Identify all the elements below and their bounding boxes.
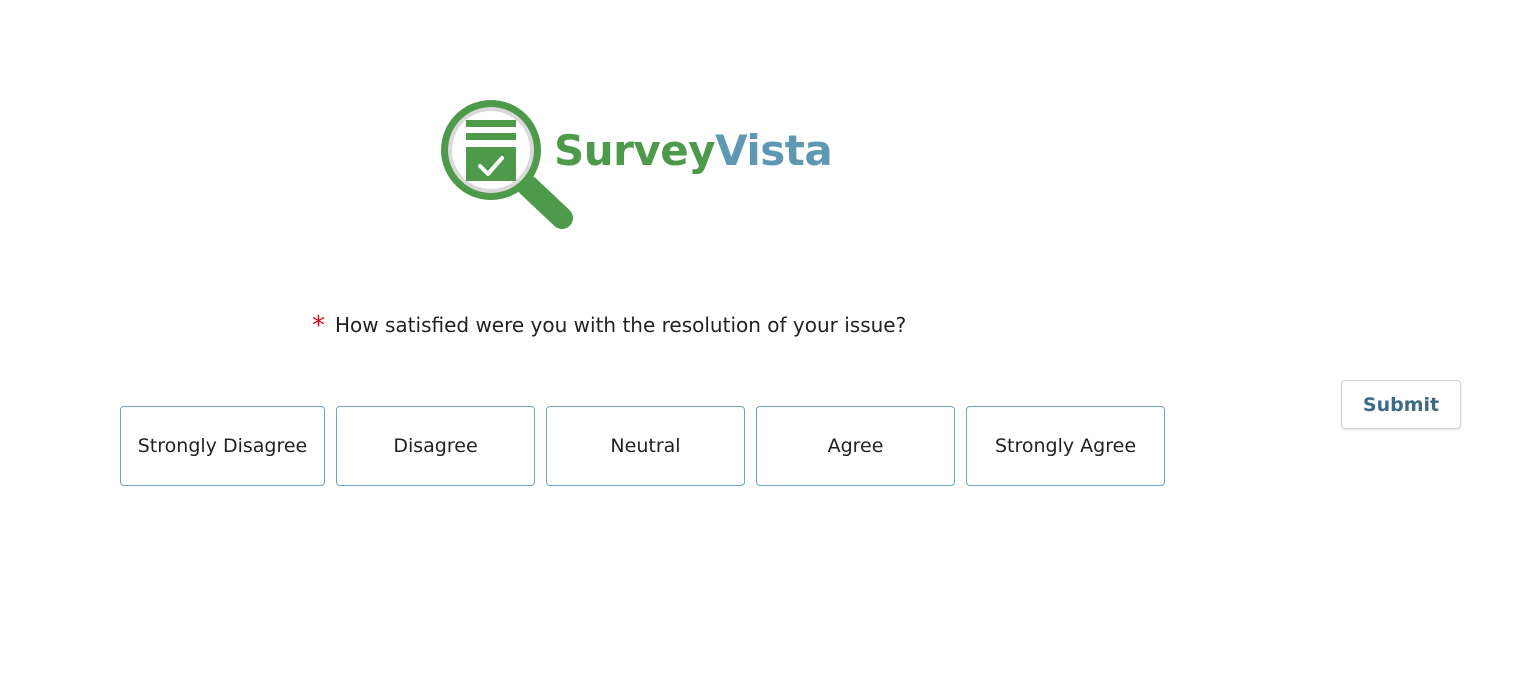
question-text: How satisfied were you with the resoluti… — [335, 313, 907, 337]
option-agree[interactable]: Agree — [756, 406, 955, 486]
surveyvista-logo: SurveyVista — [438, 98, 858, 233]
logo-wordmark: SurveyVista — [554, 126, 833, 175]
option-disagree[interactable]: Disagree — [336, 406, 535, 486]
logo-word-vista: Vista — [715, 126, 833, 175]
option-strongly-disagree[interactable]: Strongly Disagree — [120, 406, 325, 486]
option-strongly-agree[interactable]: Strongly Agree — [966, 406, 1165, 486]
option-neutral[interactable]: Neutral — [546, 406, 745, 486]
question-prompt: * How satisfied were you with the resolut… — [312, 311, 906, 341]
required-marker: * — [312, 311, 325, 341]
submit-button[interactable]: Submit — [1341, 380, 1461, 429]
logo-word-survey: Survey — [554, 126, 716, 175]
survey-page: SurveyVista * How satisfied were you with… — [0, 0, 1536, 679]
